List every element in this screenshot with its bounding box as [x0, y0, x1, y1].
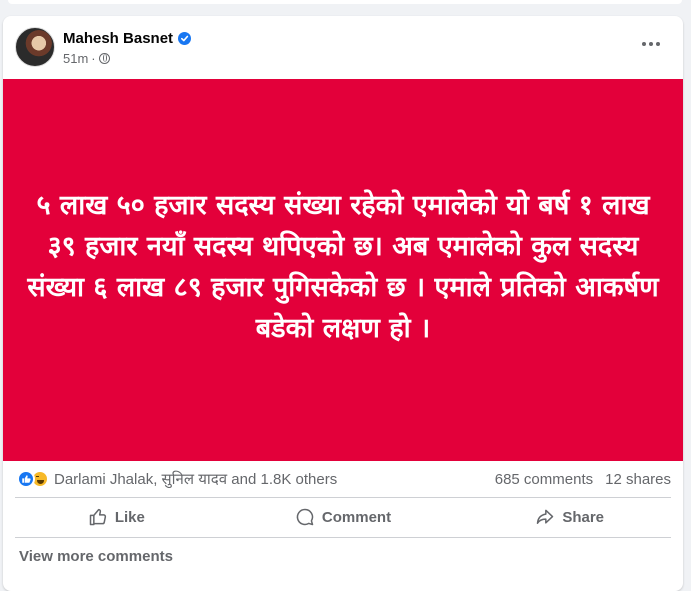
engagement-counts: 685 comments 12 shares: [495, 471, 671, 488]
comments-count[interactable]: 685 comments: [495, 471, 593, 488]
divider: [15, 497, 671, 498]
post-header: Mahesh Basnet 51m ·: [3, 16, 683, 78]
share-arrow-icon: [537, 509, 554, 524]
dot-icon: [649, 42, 653, 46]
avatar[interactable]: [15, 27, 55, 67]
share-button[interactable]: Share: [456, 499, 683, 535]
verified-badge-icon: [178, 32, 192, 45]
divider: [15, 537, 671, 538]
action-bar: Like Comment Share: [3, 499, 683, 535]
author-name[interactable]: Mahesh Basnet: [63, 30, 173, 47]
more-options-button[interactable]: [639, 36, 663, 52]
comment-bubble-icon: [296, 508, 314, 526]
dot-icon: [642, 42, 646, 46]
dot-icon: [656, 42, 660, 46]
shares-count[interactable]: 12 shares: [605, 471, 671, 488]
thumbs-up-icon: [89, 508, 106, 526]
share-label: Share: [562, 508, 605, 526]
previous-card-fragment: [8, 0, 682, 4]
banner-text: ५ लाख ५० हजार सदस्य संख्या रहेको एमालेको…: [27, 189, 659, 344]
comment-button[interactable]: Comment: [230, 499, 457, 535]
post-timestamp[interactable]: 51m: [63, 51, 88, 66]
like-reaction-icon: [17, 470, 35, 488]
meta-separator: ·: [91, 51, 96, 66]
author-row: Mahesh Basnet: [63, 30, 192, 47]
reactors-summary[interactable]: Darlami Jhalak, सुनिल यादव and 1.8K othe…: [54, 469, 495, 489]
comment-label: Comment: [321, 508, 392, 526]
view-more-comments-link[interactable]: View more comments: [19, 548, 173, 565]
globe-icon: [98, 53, 110, 64]
like-button[interactable]: Like: [3, 499, 230, 535]
previous-post-edge: [0, 0, 691, 8]
post-card: Mahesh Basnet 51m · ५ लाख ५० हजार सदस्य …: [3, 16, 683, 591]
reaction-icons[interactable]: [17, 470, 49, 488]
like-label: Like: [114, 508, 145, 526]
post-meta: 51m ·: [63, 51, 110, 66]
text-banner[interactable]: ५ लाख ५० हजार सदस्य संख्या रहेको एमालेको…: [3, 79, 683, 461]
reactions-bar: Darlami Jhalak, सुनिल यादव and 1.8K othe…: [3, 461, 683, 497]
